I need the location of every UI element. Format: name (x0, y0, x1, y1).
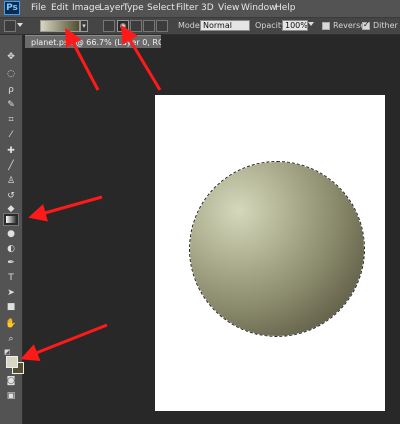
arrow-to-gradient-tool (28, 195, 103, 222)
arrow-to-gradient-picker (65, 27, 100, 91)
annotation-arrows (20, 24, 162, 361)
arrow-to-color-swatches (20, 323, 108, 361)
arrow-to-radial-gradient (120, 24, 162, 91)
